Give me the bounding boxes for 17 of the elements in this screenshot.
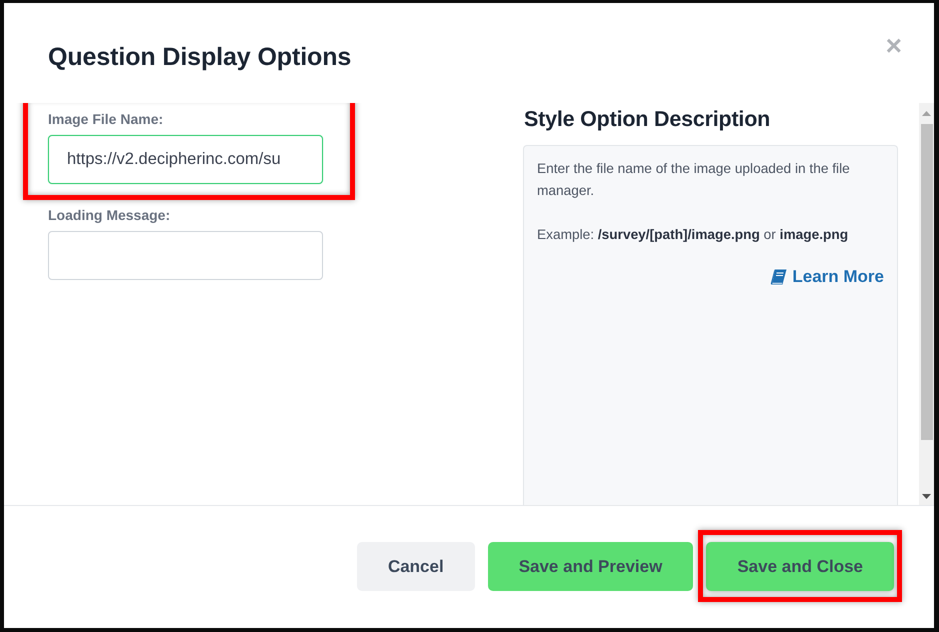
field-label: Image File Name: — [48, 110, 164, 129]
scroll-down-arrow-icon[interactable] — [922, 494, 931, 499]
cancel-button[interactable]: Cancel — [356, 542, 475, 591]
text-field[interactable] — [48, 231, 323, 280]
scrollbar-thumb[interactable] — [920, 124, 932, 440]
dialog-title: Question Display Options — [48, 42, 352, 72]
description-text: Enter the file name of the image uploaded in the file manager. — [537, 160, 851, 200]
text-field[interactable]: https://v2.decipherinc.com/su — [48, 135, 323, 184]
save-button[interactable]: Save and Close — [706, 542, 894, 591]
description-text: Example: /survey/[path]/image.png or image.png — [537, 226, 850, 244]
book-icon — [770, 269, 788, 285]
section-title: Style Option Description — [524, 106, 770, 133]
field-label: Loading Message: — [48, 206, 170, 225]
scrollbar[interactable] — [919, 103, 934, 505]
save-button[interactable]: Save and Preview — [488, 542, 694, 591]
scroll-up-arrow-icon[interactable] — [922, 111, 931, 116]
learn-more-link[interactable]: Learn More — [770, 266, 884, 288]
